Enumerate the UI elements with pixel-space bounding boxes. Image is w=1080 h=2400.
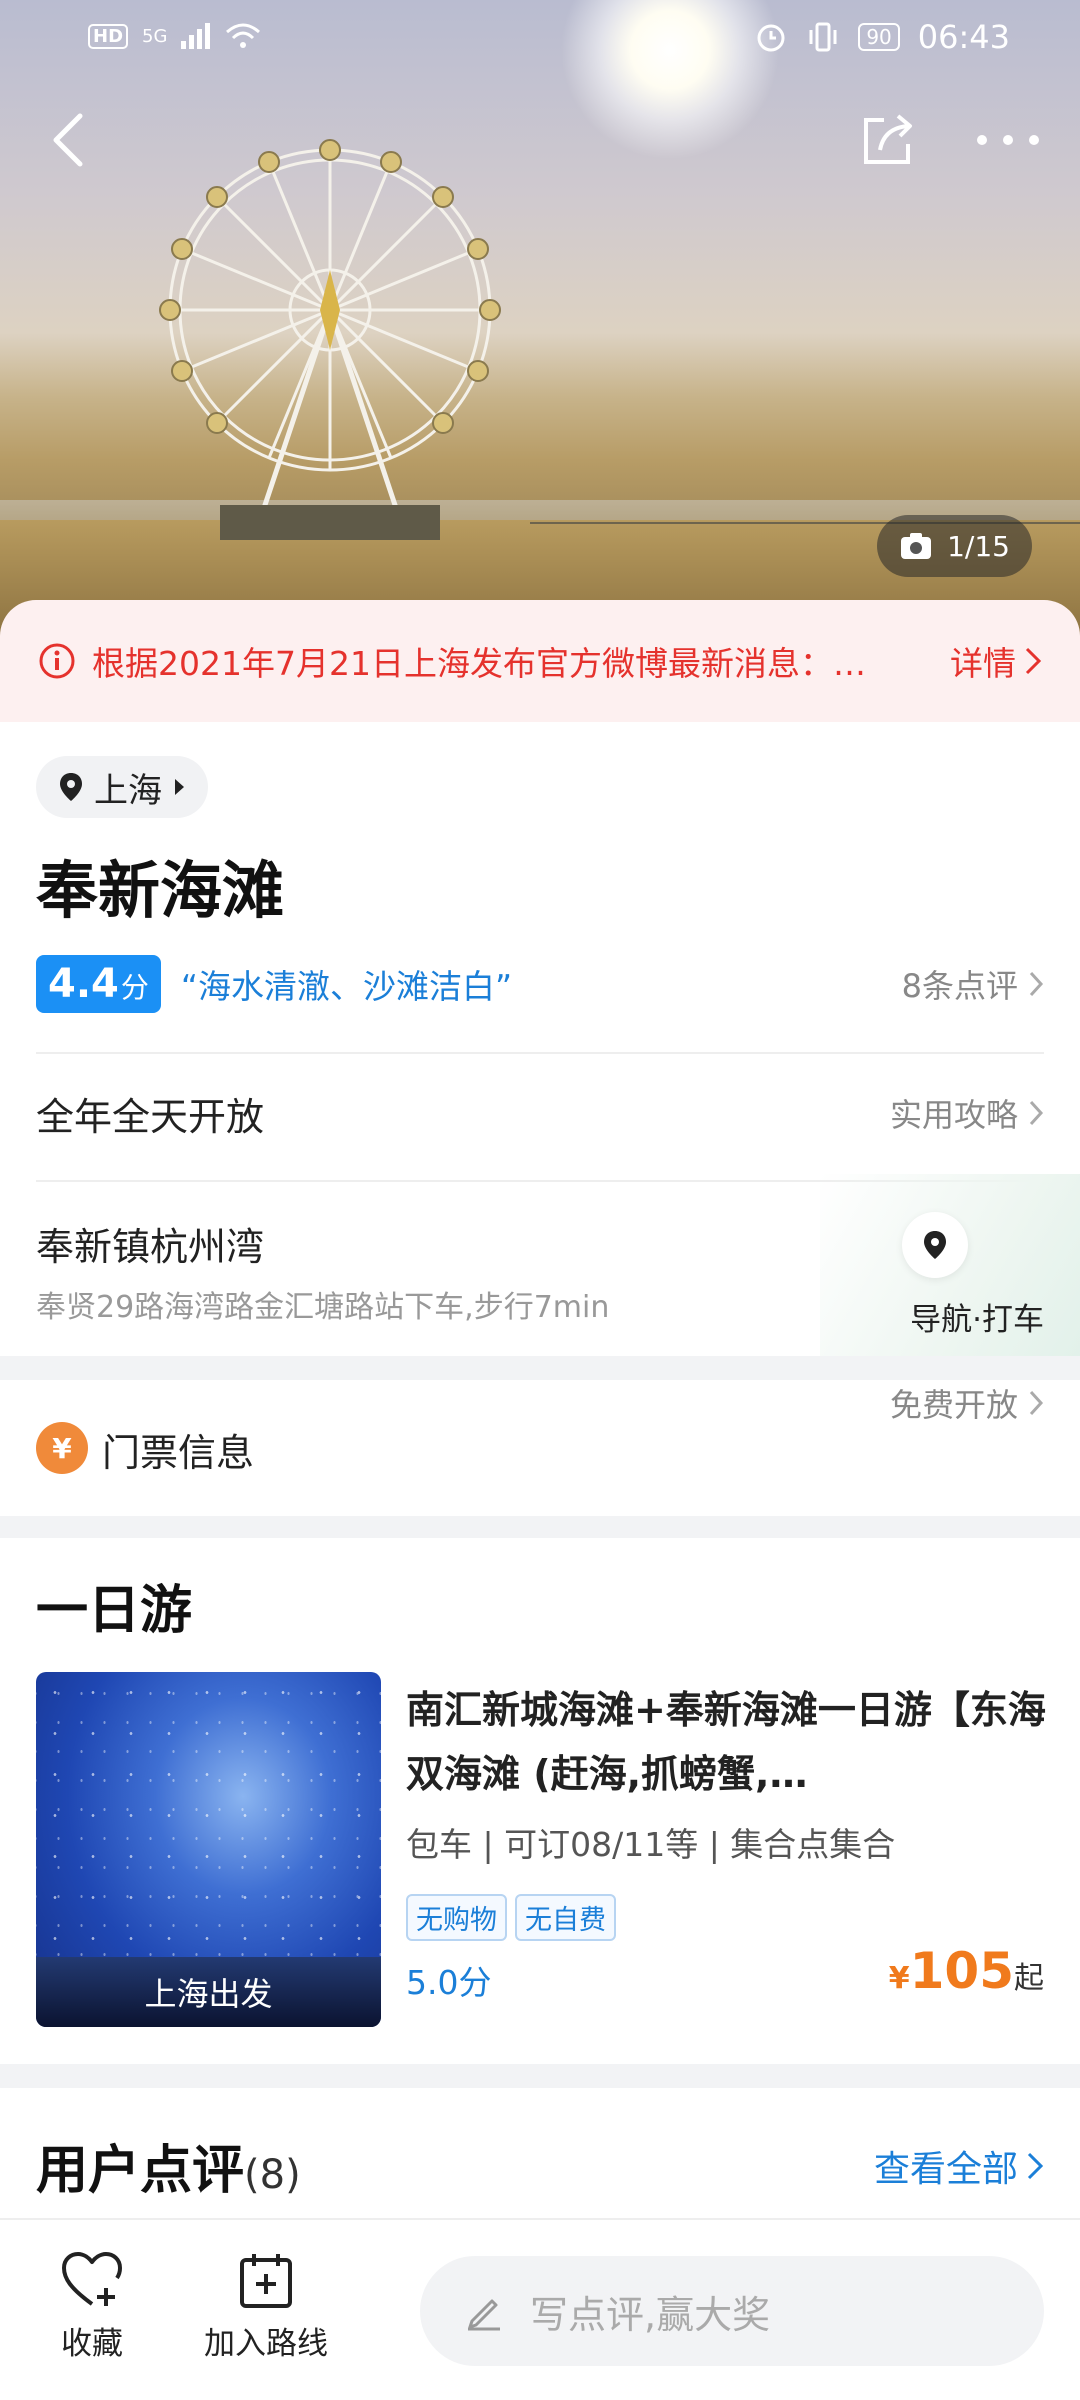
navigate-button[interactable]: 导航·打车 (820, 1174, 1080, 1356)
battery-icon: 90 (858, 23, 900, 51)
view-all-label: 查看全部 (873, 2149, 1018, 2190)
tour-image-caption: 上海出发 (144, 1975, 273, 2013)
section-title: 一日游 (36, 1581, 193, 1641)
place-info-card: 上海 奉新海滩 4.4 分 “海水清澈、沙滩洁白” 8条点评 全年全天开放 实用… (0, 722, 1080, 1356)
reviews-count: (8) (244, 2152, 301, 2198)
chevron-right-icon (1025, 647, 1042, 675)
tour-tags: 无购物 无自费 (406, 1894, 616, 1941)
navigate-label: 导航·打车 (910, 1302, 1044, 1338)
city-label: 上海 (94, 770, 162, 811)
tour-title[interactable]: 南汇新城海滩+奉新海滩一日游【东海双海滩 (赶海,抓螃蟹,… (406, 1678, 1046, 1806)
price-value: 105 (909, 1942, 1014, 2000)
favorite-label: 收藏 (61, 2326, 123, 2362)
score-badge: 4.4 分 (36, 955, 161, 1013)
transit-info: 奉贤29路海湾路金汇塘路站下车,步行7min (36, 1290, 610, 1325)
signal-icon (181, 23, 211, 49)
review-count-label: 8条点评 (901, 967, 1018, 1005)
city-chip[interactable]: 上海 (36, 756, 208, 818)
tour-meta: 包车 | 可订08/11等 | 集合点集合 (406, 1825, 896, 1864)
divider (36, 1052, 1044, 1054)
ticket-label: 门票信息 (102, 1431, 255, 1475)
score-unit: 分 (120, 971, 149, 1004)
price-suffix: 起 (1014, 1961, 1044, 1996)
ferris-wheel-illustration (159, 139, 501, 540)
chevron-right-icon (1029, 1390, 1044, 1416)
status-bar: HD 5G 90 06:43 (0, 0, 1080, 80)
location-pin-icon (60, 773, 82, 801)
photo-counter[interactable]: 1/15 (877, 515, 1032, 577)
share-button[interactable] (848, 100, 928, 180)
review-quote: “海水清澈、沙滩洁白” (180, 967, 513, 1006)
network-label: 5G (142, 25, 168, 47)
ticket-value-link[interactable]: 免费开放 (890, 1380, 1044, 1426)
day-tour-section: 一日游 上海出发 南汇新城海滩+奉新海滩一日游【东海双海滩 (赶海,抓螃蟹,… … (0, 1538, 1080, 2064)
back-arrow-icon (53, 113, 83, 167)
pencil-icon (468, 2299, 500, 2331)
wifi-icon (226, 23, 261, 48)
tour-price: ¥ 105 起 (889, 1942, 1044, 2000)
info-icon (39, 643, 75, 679)
navigate-pin (902, 1212, 968, 1278)
bottom-action-bar: 收藏 加入路线 写点评,赢大奖 (0, 2218, 1080, 2400)
ticket-icon: ¥ (36, 1422, 88, 1474)
camera-icon (901, 533, 932, 559)
back-button[interactable] (28, 100, 108, 180)
chevron-right-icon (1029, 1100, 1044, 1126)
guide-link[interactable]: 实用攻略 (890, 1090, 1044, 1136)
notice-detail-label: 详情 (950, 644, 1016, 683)
heart-plus-icon (62, 2252, 122, 2306)
view-all-reviews-link[interactable]: 查看全部 (874, 2140, 1044, 2192)
hero-image[interactable]: HD 5G 90 06:43 1/15 (0, 0, 1080, 640)
write-review-placeholder: 写点评,赢大奖 (530, 2292, 771, 2337)
price-currency: ¥ (888, 1961, 910, 1996)
share-icon (864, 114, 912, 164)
reviews-title: 用户点评(8) (36, 2128, 301, 2203)
add-route-label: 加入路线 (204, 2326, 328, 2362)
more-button[interactable] (968, 100, 1048, 180)
tour-image[interactable]: 上海出发 (36, 1672, 381, 2027)
hd-indicator: HD (88, 23, 129, 49)
tag-no-extra-fee: 无自费 (515, 1894, 616, 1941)
reviews-title-text: 用户点评 (36, 2141, 245, 2201)
calendar-plus-icon (240, 2254, 292, 2308)
add-route-button[interactable]: 加入路线 (204, 2250, 328, 2363)
address[interactable]: 奉新镇杭州湾 (36, 1216, 264, 1271)
clock: 06:43 (917, 18, 1010, 56)
tour-score: 5.0分 (406, 1963, 492, 2002)
photo-counter-text: 1/15 (947, 529, 1010, 563)
write-review-input[interactable]: 写点评,赢大奖 (420, 2256, 1044, 2366)
notice-banner[interactable]: 根据2021年7月21日上海发布官方微博最新消息：… 详情 (0, 600, 1080, 722)
score-value: 4.4 (48, 961, 119, 1007)
favorite-button[interactable]: 收藏 (60, 2250, 124, 2363)
guide-label: 实用攻略 (889, 1096, 1018, 1134)
notice-text: 根据2021年7月21日上海发布官方微博最新消息：… (92, 644, 866, 683)
alarm-icon (757, 24, 785, 52)
place-title: 奉新海滩 (36, 854, 285, 927)
rating-row[interactable]: 4.4 分 “海水清澈、沙滩洁白” 8条点评 (36, 954, 1044, 1014)
reviews-header: 用户点评(8) 查看全部 (0, 2088, 1080, 2218)
opening-hours: 全年全天开放 (36, 1095, 265, 1139)
ticket-info-row[interactable]: ¥ 门票信息 免费开放 (0, 1380, 1080, 1516)
caret-right-icon (175, 779, 184, 795)
more-dots-icon (977, 135, 1039, 145)
ticket-value: 免费开放 (889, 1386, 1018, 1424)
notice-detail-link[interactable]: 详情 (950, 637, 1042, 685)
tag-no-shopping: 无购物 (406, 1894, 507, 1941)
location-pin-icon (924, 1231, 946, 1259)
chevron-right-icon (1027, 2152, 1044, 2180)
review-count-link[interactable]: 8条点评 (902, 961, 1044, 1007)
chevron-right-icon (1029, 971, 1044, 997)
vibrate-icon (809, 22, 837, 52)
